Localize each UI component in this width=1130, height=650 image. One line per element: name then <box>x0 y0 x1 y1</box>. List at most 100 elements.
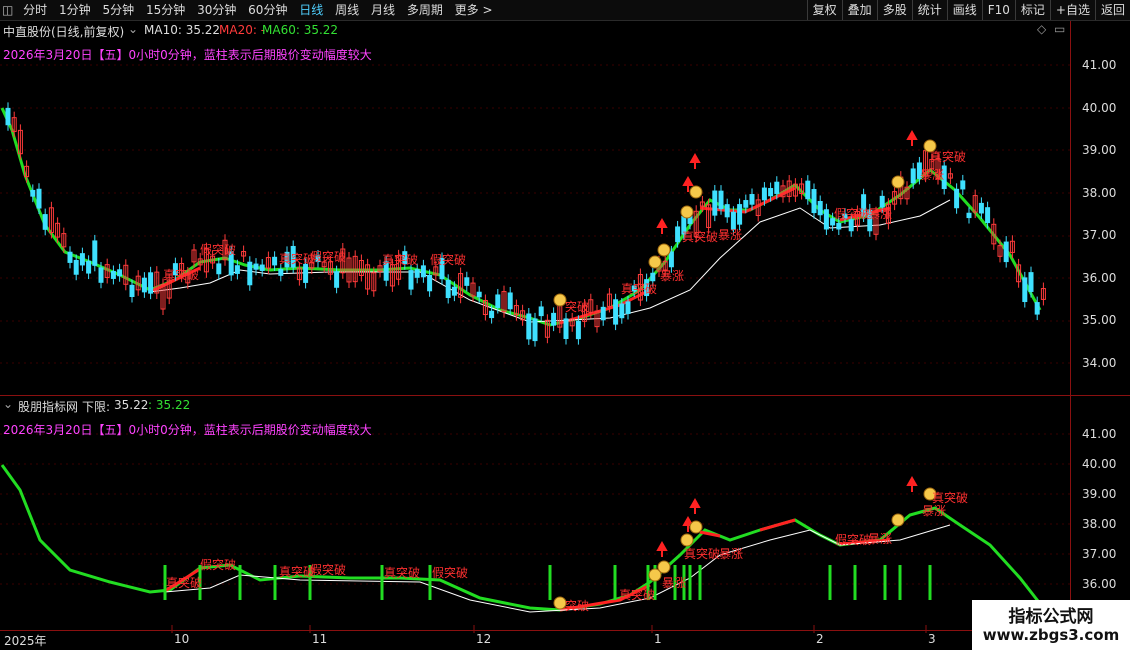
multi-stock-button[interactable]: 多股 <box>876 0 912 20</box>
candle-body <box>718 190 724 210</box>
lower-label: 下限: <box>82 400 111 414</box>
signal-label: 假突破 <box>310 250 347 264</box>
candle-body <box>414 269 420 278</box>
menu-icon[interactable]: ◫ <box>2 0 13 20</box>
signal-label: 暴涨 <box>718 228 743 242</box>
collapse-icon[interactable]: ⌄ <box>128 22 138 36</box>
back-button[interactable]: 返回 <box>1094 0 1130 20</box>
signal-label: 真突破 <box>621 282 658 296</box>
candle-body <box>817 201 823 216</box>
candle-body <box>737 204 743 225</box>
candle-body <box>749 194 755 205</box>
candle-body <box>613 299 619 325</box>
tab-weekly[interactable]: 周线 <box>335 0 359 20</box>
sub-date-note: 2026年3月20日【五】0小时0分钟，蓝柱表示后期股价变动幅度较大 <box>3 423 372 437</box>
candle-body <box>334 271 340 288</box>
candle-body <box>966 212 972 219</box>
signal-label: 突破 <box>565 300 590 314</box>
candle-body <box>823 209 829 230</box>
main-date-note: 2026年3月20日【五】0小时0分钟，蓝柱表示后期股价变动幅度较大 <box>3 48 372 62</box>
candle-body <box>761 187 767 201</box>
sub-y-tick: 37.00 <box>1082 547 1117 561</box>
signal-label: 假突破 <box>430 253 467 267</box>
candle-body <box>712 190 718 216</box>
f10-button[interactable]: F10 <box>981 0 1015 20</box>
up-arrow-icon <box>689 497 701 514</box>
tab-1min[interactable]: 1分钟 <box>59 0 91 20</box>
y-tick: 39.00 <box>1082 143 1117 157</box>
draw-button[interactable]: 画线 <box>946 0 982 20</box>
lower-value: 35.22 <box>114 398 149 412</box>
diamond-icon[interactable]: ◇ <box>1037 22 1046 36</box>
up-arrow-icon <box>656 540 668 557</box>
x-tick: 10 <box>174 632 190 646</box>
candle-body <box>954 188 960 209</box>
candle-body <box>960 180 966 190</box>
kline-chart[interactable] <box>0 21 1130 650</box>
tab-30min[interactable]: 30分钟 <box>197 0 236 20</box>
tab-5min[interactable]: 5分钟 <box>102 0 134 20</box>
money-bag-icon <box>657 243 671 257</box>
candle-body <box>427 274 433 292</box>
watermark-url: www.zbgs3.com <box>982 626 1120 644</box>
sub-collapse-icon[interactable]: ⌄ <box>3 397 13 411</box>
candle-body <box>86 260 92 274</box>
x-tick: 3 <box>928 632 936 646</box>
add-watchlist-button[interactable]: +自选 <box>1049 0 1095 20</box>
fuquan-button[interactable]: 复权 <box>806 0 842 20</box>
candle-body <box>92 240 98 266</box>
tab-15min[interactable]: 15分钟 <box>146 0 185 20</box>
overlay-button[interactable]: 叠加 <box>841 0 877 20</box>
ma10-label: MA10: 35.22 <box>144 23 221 37</box>
candle-body <box>148 272 154 294</box>
stats-button[interactable]: 统计 <box>911 0 947 20</box>
candle-body <box>141 277 147 293</box>
money-bag-icon <box>891 513 905 527</box>
sub-y-tick: 41.00 <box>1082 427 1117 441</box>
money-bag-icon <box>689 185 703 199</box>
candle-body <box>985 207 991 224</box>
candle-body <box>42 214 48 230</box>
tab-daily[interactable]: 日线 <box>299 0 323 20</box>
sub-y-tick: 40.00 <box>1082 457 1117 471</box>
candle-body <box>451 286 457 296</box>
candle-body <box>910 168 916 184</box>
tab-fenshi[interactable]: 分时 <box>23 0 47 20</box>
candle-body <box>30 189 36 197</box>
tab-more[interactable]: 更多 > <box>455 0 493 20</box>
signal-label: 暴涨 <box>662 576 687 590</box>
tab-multi-period[interactable]: 多周期 <box>407 0 443 20</box>
signal-label: 假突破 <box>200 243 237 257</box>
candle-body <box>303 263 309 283</box>
stock-title: 中直股份(日线,前复权) <box>3 25 125 39</box>
y-tick: 35.00 <box>1082 313 1117 327</box>
candle-body <box>129 284 135 297</box>
y-tick: 37.00 <box>1082 228 1117 242</box>
candle-body <box>1034 302 1040 315</box>
mark-button[interactable]: 标记 <box>1014 0 1050 20</box>
toolbar: ◫ 分时 1分钟 5分钟 15分钟 30分钟 60分钟 日线 周线 月线 多周期… <box>0 0 1130 21</box>
candle-body <box>551 312 557 326</box>
candle-body <box>668 251 674 268</box>
up-arrow-icon <box>689 152 701 169</box>
candle-body <box>476 291 482 298</box>
tab-monthly[interactable]: 月线 <box>371 0 395 20</box>
window-icon[interactable]: ▭ <box>1054 22 1065 36</box>
candle-body <box>79 253 85 266</box>
tab-60min[interactable]: 60分钟 <box>248 0 287 20</box>
signal-label: 暴涨 <box>922 504 947 518</box>
money-bag-icon <box>891 175 905 189</box>
signal-label: 暴涨 <box>868 532 893 546</box>
candle-body <box>619 303 625 319</box>
toolbar-actions: 复权 叠加 多股 统计 画线 F10 标记 +自选 返回 <box>806 0 1130 20</box>
candle-body <box>408 270 414 290</box>
up-arrow-icon <box>906 475 918 492</box>
candle-body <box>234 265 240 274</box>
candle-body <box>420 265 426 278</box>
candle-body <box>507 292 513 310</box>
watermark: 指标公式网 www.zbgs3.com <box>972 600 1130 650</box>
sub-y-tick: 36.00 <box>1082 577 1117 591</box>
candle-body <box>538 306 544 317</box>
up-arrow-icon <box>656 217 668 234</box>
candle-body <box>532 318 538 342</box>
